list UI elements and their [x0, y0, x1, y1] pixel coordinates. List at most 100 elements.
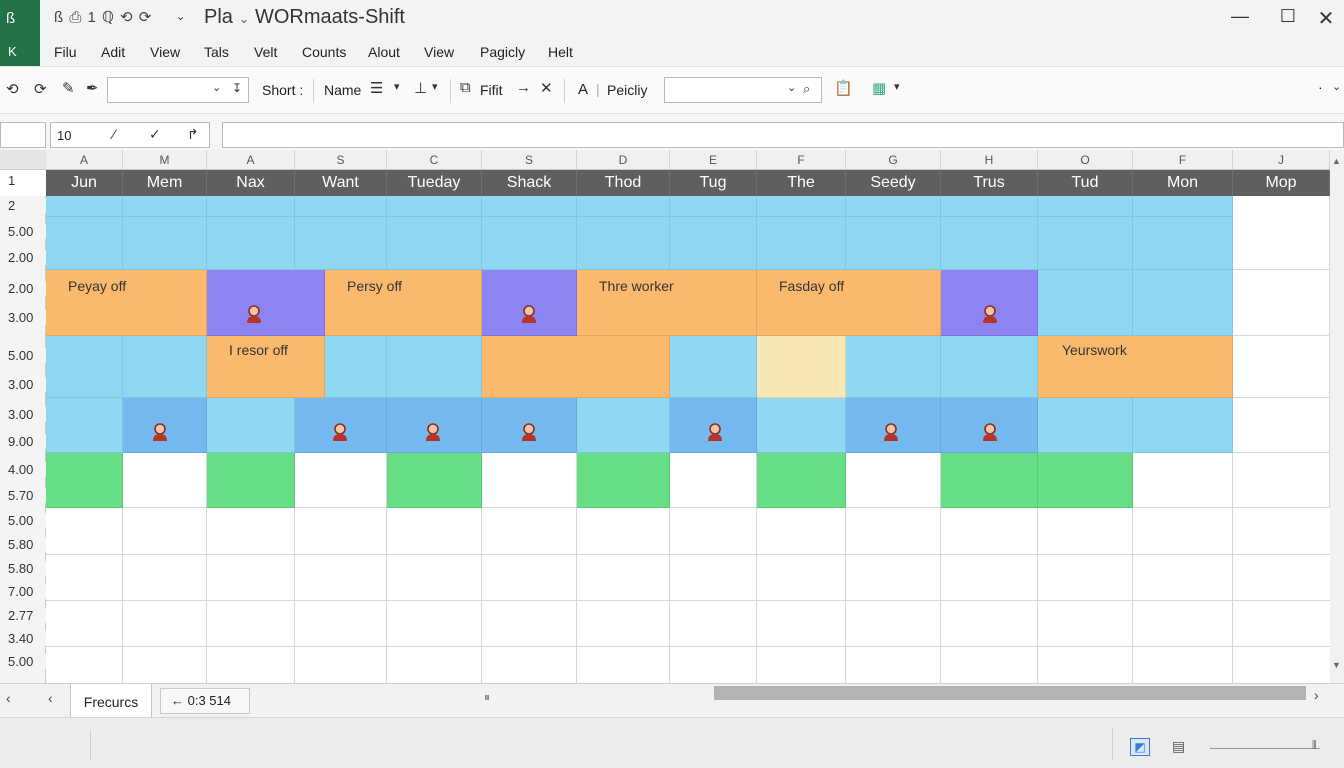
menu-counts[interactable]: Counts: [302, 44, 346, 60]
menu-help[interactable]: Helt: [548, 44, 573, 60]
chevron-down-icon[interactable]: ▾: [894, 80, 900, 93]
shift-cell[interactable]: [387, 196, 482, 270]
day-header[interactable]: Tueday: [387, 170, 482, 196]
search-input[interactable]: ⌄ ⌕: [664, 77, 822, 103]
close-icon[interactable]: ✕: [540, 79, 553, 97]
column-header[interactable]: F: [757, 150, 846, 170]
day-header[interactable]: Tug: [670, 170, 757, 196]
column-header[interactable]: C: [387, 150, 482, 170]
select-all-corner[interactable]: [0, 150, 46, 170]
format-painter-icon[interactable]: ✎: [62, 79, 75, 97]
empty-cell[interactable]: [1133, 453, 1233, 508]
empty-cell[interactable]: [1233, 270, 1330, 336]
shift-cell[interactable]: [757, 453, 846, 508]
column-header[interactable]: F: [1133, 150, 1233, 170]
worker-block[interactable]: [207, 270, 325, 336]
page-layout-icon[interactable]: ▤: [1172, 738, 1185, 755]
column-header[interactable]: J: [1233, 150, 1330, 170]
column-header[interactable]: M: [123, 150, 207, 170]
row-header[interactable]: 5.00: [0, 654, 46, 669]
menu-file[interactable]: Filu: [54, 44, 77, 60]
quick-access-toolbar[interactable]: ß ⎙ 1 ℚ ⟲ ⟳: [54, 8, 152, 26]
empty-cell[interactable]: [1233, 398, 1330, 453]
worker-block[interactable]: [941, 270, 1038, 336]
worker-block[interactable]: [295, 398, 387, 453]
shift-cell[interactable]: [1038, 453, 1133, 508]
column-header[interactable]: H: [941, 150, 1038, 170]
row-header[interactable]: 5.80: [0, 561, 46, 576]
shift-cell[interactable]: [123, 196, 207, 270]
scroll-down-icon[interactable]: ▼: [1332, 660, 1341, 670]
shift-block[interactable]: Thre worker: [577, 270, 757, 336]
cell-selector[interactable]: [0, 122, 46, 148]
menu-view[interactable]: View: [150, 44, 180, 60]
row-header[interactable]: 3.00: [0, 310, 46, 325]
shift-cell[interactable]: [757, 196, 846, 270]
row-header[interactable]: 9.00: [0, 434, 46, 449]
clipboard-icon[interactable]: 📋: [834, 79, 853, 97]
color-grid-icon[interactable]: ▦: [872, 79, 886, 97]
shift-cell[interactable]: [757, 398, 846, 453]
day-header[interactable]: Mon: [1133, 170, 1233, 196]
minimize-icon[interactable]: —: [1220, 6, 1260, 30]
border-icon[interactable]: ⊥: [414, 79, 427, 97]
row-header[interactable]: 2.77: [0, 608, 46, 623]
name-label[interactable]: Name: [324, 82, 361, 98]
worker-block[interactable]: [670, 398, 757, 453]
name-box[interactable]: 10 ⁄ ✓ ↱: [50, 122, 210, 148]
shift-cell[interactable]: [46, 398, 123, 453]
menu-tools[interactable]: Tals: [204, 44, 229, 60]
day-header[interactable]: Want: [295, 170, 387, 196]
formula-input[interactable]: [222, 122, 1344, 148]
day-header[interactable]: Trus: [941, 170, 1038, 196]
worker-block[interactable]: [482, 398, 577, 453]
shift-cell[interactable]: [207, 196, 295, 270]
menu-view-2[interactable]: View: [424, 44, 454, 60]
shift-cell[interactable]: [46, 453, 123, 508]
scroll-up-icon[interactable]: ▲: [1332, 156, 1341, 166]
menu-about[interactable]: Alout: [368, 44, 400, 60]
row-header[interactable]: 5.00: [0, 348, 46, 363]
day-header[interactable]: Seedy: [846, 170, 941, 196]
shift-cell[interactable]: [295, 196, 387, 270]
empty-cell[interactable]: [846, 453, 941, 508]
shift-cell[interactable]: [1133, 196, 1233, 270]
column-header[interactable]: A: [46, 150, 123, 170]
empty-cell[interactable]: [123, 453, 207, 508]
redo-icon[interactable]: ⟳: [34, 80, 47, 98]
copy-icon[interactable]: ⧉: [460, 79, 471, 96]
scroll-left-icon[interactable]: ‹: [6, 690, 11, 706]
shift-cell[interactable]: [207, 398, 295, 453]
day-header[interactable]: The: [757, 170, 846, 196]
day-header[interactable]: Thod: [577, 170, 670, 196]
empty-area[interactable]: [46, 508, 1330, 683]
fifit-button[interactable]: Fifit: [480, 82, 503, 98]
row-header[interactable]: 4.00: [0, 462, 46, 477]
day-header[interactable]: Mop: [1233, 170, 1330, 196]
font-color-button[interactable]: A: [578, 81, 588, 98]
maximize-icon[interactable]: ☐: [1268, 6, 1308, 30]
row-header[interactable]: 5.00: [0, 224, 46, 239]
sheet-position[interactable]: ← 0:3 514: [160, 688, 250, 714]
shift-cell[interactable]: [1038, 398, 1133, 453]
shift-cell[interactable]: [757, 336, 846, 398]
shift-cell[interactable]: [46, 336, 123, 398]
empty-cell[interactable]: [1233, 336, 1330, 398]
row-header[interactable]: 5.80: [0, 537, 46, 552]
pen-icon[interactable]: ✒: [86, 79, 99, 97]
zoom-slider[interactable]: [1210, 748, 1320, 749]
shift-cell[interactable]: [123, 336, 207, 398]
worker-block[interactable]: [482, 270, 577, 336]
shift-cell[interactable]: [577, 398, 670, 453]
zoom-handle-icon[interactable]: ⫼: [1312, 740, 1317, 751]
normal-view-icon[interactable]: ◩: [1130, 738, 1150, 756]
shift-block[interactable]: [482, 336, 670, 398]
column-header[interactable]: O: [1038, 150, 1133, 170]
empty-cell[interactable]: [670, 453, 757, 508]
row-header[interactable]: 3.40: [0, 631, 46, 646]
shift-block[interactable]: Fasday off: [757, 270, 941, 336]
scroll-right-icon[interactable]: ›: [1314, 687, 1319, 703]
empty-cell[interactable]: [1233, 453, 1330, 508]
row-header[interactable]: 5.70: [0, 488, 46, 503]
empty-cell[interactable]: [482, 453, 577, 508]
